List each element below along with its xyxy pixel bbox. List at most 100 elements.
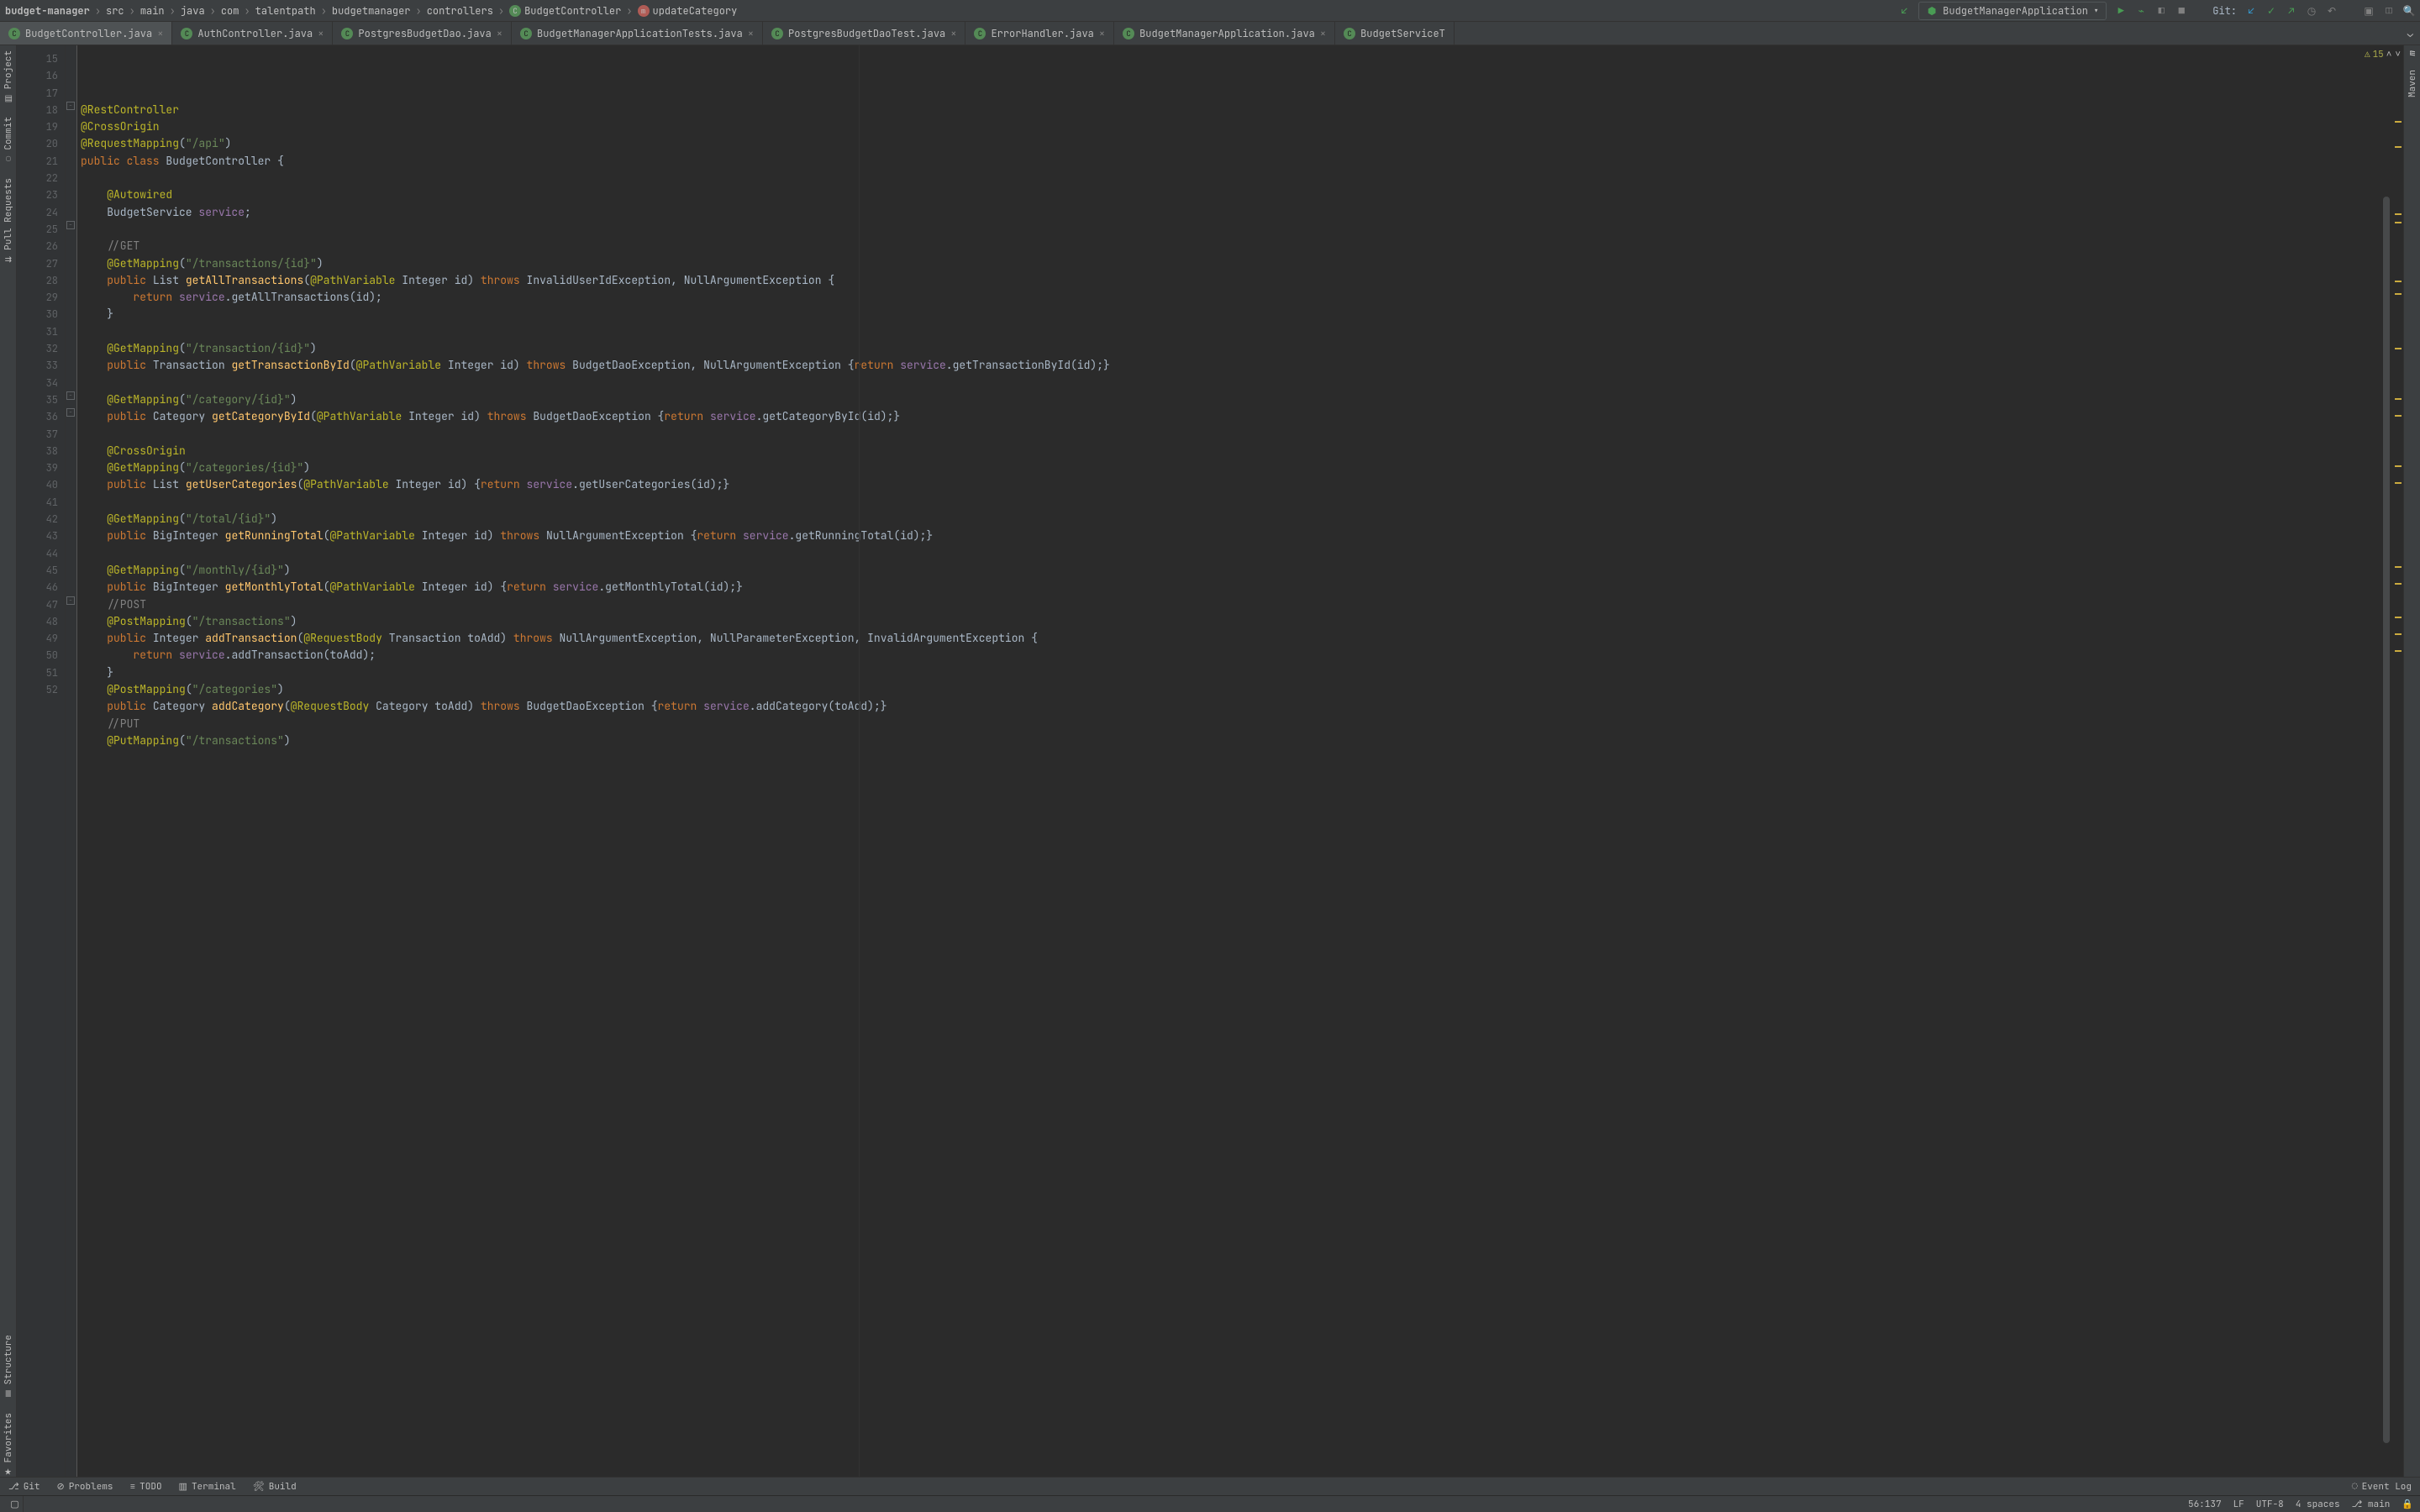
warning-icon: ⚠: [2365, 49, 2370, 60]
event-log-tool[interactable]: ◌Event Log: [2344, 1481, 2420, 1493]
terminal-tool[interactable]: ▥Terminal: [171, 1481, 245, 1493]
crumb[interactable]: java: [181, 4, 205, 18]
run-icon[interactable]: ▶: [2115, 5, 2127, 17]
project-tool[interactable]: ▤Project: [3, 50, 14, 103]
status-bar: ▢ 56:137 LF UTF-8 4 spaces ⎇ main 🔒: [0, 1495, 2420, 1512]
tab-file[interactable]: CBudgetServiceT: [1335, 22, 1455, 45]
git-pull-icon[interactable]: ↙: [2245, 5, 2257, 17]
fold-gutter[interactable]: −−−−−: [66, 45, 77, 1477]
class-icon: C: [181, 28, 192, 39]
caret-position[interactable]: 56:137: [2188, 1499, 2222, 1510]
crumb[interactable]: controllers: [427, 4, 493, 18]
vertical-scrollbar[interactable]: [2381, 45, 2391, 1477]
class-icon: C: [1344, 28, 1355, 39]
maven-tool[interactable]: Maven: [2407, 70, 2418, 97]
class-icon: C: [1123, 28, 1134, 39]
prev-highlight-icon[interactable]: ˄: [2386, 49, 2392, 60]
commit-tool[interactable]: ◌Commit: [3, 117, 14, 165]
spring-icon: ⬢: [1926, 5, 1938, 17]
structure-tool[interactable]: ≣Structure: [3, 1335, 14, 1399]
list-icon: ≡: [130, 1481, 136, 1493]
close-tab-icon[interactable]: ×: [318, 27, 324, 40]
maven-logo-icon[interactable]: m: [2407, 50, 2418, 56]
todo-tool[interactable]: ≡TODO: [122, 1481, 171, 1493]
breadcrumb[interactable]: budget-manager› src› main› java› com› ta…: [5, 4, 737, 18]
tool-window-toggle-icon[interactable]: ▢: [7, 1496, 24, 1512]
indent-setting[interactable]: 4 spaces: [2296, 1499, 2340, 1510]
star-icon: ★: [4, 1466, 12, 1477]
crumb[interactable]: budget-manager: [5, 4, 90, 18]
problems-tool[interactable]: ⊘Problems: [49, 1481, 122, 1493]
crumb[interactable]: talentpath: [255, 4, 316, 18]
close-tab-icon[interactable]: ×: [748, 27, 754, 40]
branch-icon: ⎇: [2352, 1499, 2363, 1510]
crumb-class[interactable]: BudgetController: [524, 4, 621, 18]
git-branch[interactable]: ⎇ main: [2352, 1499, 2391, 1510]
tab-file[interactable]: CPostgresBudgetDao.java×: [333, 22, 512, 45]
ide-update-icon[interactable]: ◫: [2383, 5, 2395, 17]
branch-icon: ⎇: [8, 1481, 19, 1493]
left-tool-rail: ▤Project ◌Commit ⇉Pull Requests ≣Structu…: [0, 45, 17, 1477]
close-tab-icon[interactable]: ×: [1320, 27, 1326, 40]
run-coverage-icon[interactable]: ◧: [2155, 5, 2167, 17]
git-label: Git:: [2212, 4, 2237, 18]
editor[interactable]: 1516171819202122232425262728293031323334…: [17, 45, 2403, 1477]
revert-icon[interactable]: ↶: [2326, 5, 2338, 17]
next-highlight-icon[interactable]: ˅: [2395, 49, 2401, 60]
folder-icon: ▤: [4, 92, 12, 103]
warning-icon: ⊘: [57, 1481, 65, 1493]
close-tab-icon[interactable]: ×: [497, 27, 502, 40]
inspection-summary[interactable]: ⚠15 ˄˅: [2363, 49, 2402, 60]
tab-file[interactable]: CPostgresBudgetDaoTest.java×: [763, 22, 965, 45]
navigation-bar: budget-manager› src› main› java› com› ta…: [0, 0, 2420, 22]
close-tab-icon[interactable]: ×: [950, 27, 956, 40]
inspection-stripe[interactable]: ⚠15 ˄˅: [2391, 45, 2403, 1477]
git-tool[interactable]: ⎇Git: [0, 1481, 49, 1493]
favorites-tool[interactable]: ★Favorites: [3, 1413, 14, 1477]
editor-tabs: CBudgetController.java× CAuthController.…: [0, 22, 2420, 45]
bottom-tool-bar: ⎇Git ⊘Problems ≡TODO ▥Terminal 🛠Build ◌E…: [0, 1477, 2420, 1495]
crumb[interactable]: src: [106, 4, 124, 18]
class-icon: C: [509, 5, 521, 17]
class-icon: C: [8, 28, 20, 39]
tab-file[interactable]: CBudgetManagerApplicationTests.java×: [512, 22, 763, 45]
tab-file[interactable]: CBudgetController.java×: [0, 22, 172, 45]
class-icon: C: [974, 28, 986, 39]
lock-icon[interactable]: 🔒: [2402, 1499, 2413, 1510]
tab-file[interactable]: CBudgetManagerApplication.java×: [1114, 22, 1335, 45]
bubble-icon: ◌: [2352, 1481, 2358, 1493]
open-in-icon[interactable]: ▣: [2363, 5, 2375, 17]
pr-icon: ⇉: [4, 254, 11, 265]
crumb[interactable]: budgetmanager: [332, 4, 411, 18]
class-icon: C: [341, 28, 353, 39]
crumb[interactable]: main: [140, 4, 165, 18]
code-area[interactable]: @RestController@CrossOrigin@RequestMappi…: [77, 45, 2381, 1477]
history-icon[interactable]: ◷: [2306, 5, 2317, 17]
method-icon: m: [638, 5, 650, 17]
pull-requests-tool[interactable]: ⇉Pull Requests: [3, 178, 14, 265]
tab-file[interactable]: CAuthController.java×: [172, 22, 333, 45]
commit-icon: ◌: [6, 154, 11, 165]
crumb-method[interactable]: updateCategory: [653, 4, 738, 18]
git-push-icon[interactable]: ↗: [2286, 5, 2297, 17]
file-encoding[interactable]: UTF-8: [2256, 1499, 2284, 1510]
close-tab-icon[interactable]: ×: [1099, 27, 1105, 40]
run-config-selector[interactable]: ⬢ BudgetManagerApplication ▾: [1918, 2, 2107, 20]
structure-icon: ≣: [4, 1389, 11, 1399]
scrollbar-thumb[interactable]: [2383, 197, 2390, 1443]
git-commit-icon[interactable]: ✓: [2265, 5, 2277, 17]
right-tool-rail: m Maven: [2403, 45, 2420, 1477]
tab-file[interactable]: CErrorHandler.java×: [965, 22, 1114, 45]
crumb[interactable]: com: [221, 4, 239, 18]
stop-icon[interactable]: ■: [2175, 5, 2187, 17]
build-tool[interactable]: 🛠Build: [245, 1481, 305, 1493]
debug-icon[interactable]: ⌁: [2135, 5, 2147, 17]
line-separator[interactable]: LF: [2233, 1499, 2244, 1510]
search-everywhere-icon[interactable]: 🔍: [2403, 5, 2415, 17]
class-icon: C: [520, 28, 532, 39]
vcs-update-icon[interactable]: ↙: [1898, 5, 1910, 17]
close-tab-icon[interactable]: ×: [157, 27, 163, 40]
right-margin-guide: [859, 45, 860, 1477]
hammer-icon: 🛠: [253, 1481, 265, 1493]
tabs-overflow-icon[interactable]: ⌄: [2401, 27, 2420, 40]
